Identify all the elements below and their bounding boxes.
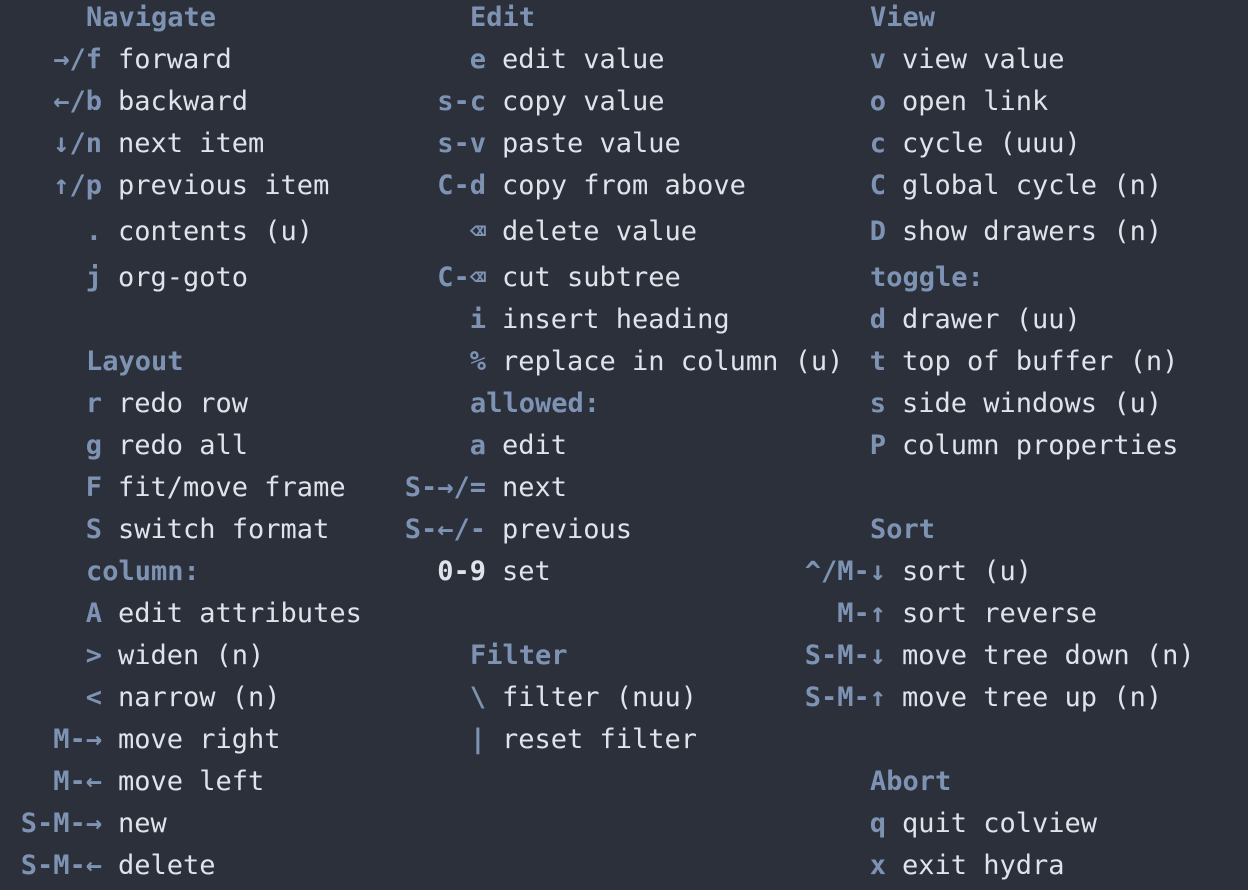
key-label: q — [869, 808, 886, 839]
key-description: column properties — [902, 430, 1179, 461]
key-row-move-tree-up[interactable]: S-M-↑ move tree up (n) — [0, 680, 1162, 722]
key-description: next — [502, 472, 568, 503]
heading-toggle: toggle: — [870, 262, 984, 293]
key-row-move-left[interactable]: M-← move left — [0, 764, 264, 806]
key-label: S-M-↑ — [804, 682, 886, 713]
key-description: drawer (uu) — [902, 304, 1081, 335]
key-label: C — [869, 170, 886, 201]
key-label: | — [469, 724, 486, 755]
key-description: move tree down (n) — [902, 640, 1195, 671]
heading-edit: Edit — [470, 2, 536, 33]
key-row-exit-hydra[interactable]: x exit hydra — [0, 848, 1065, 890]
key-description: reset filter — [502, 724, 698, 755]
key-label: o — [869, 86, 886, 117]
key-row-allowed-previous[interactable]: S-←/- previous — [0, 512, 632, 554]
key-row-show-drawers[interactable]: Dshow drawers (n) — [0, 214, 1162, 256]
key-row-toggle-drawer[interactable]: d drawer (uu) — [0, 302, 1081, 344]
key-row-view-value[interactable]: v view value — [0, 42, 1065, 84]
key-row-reset-filter[interactable]: | reset filter — [0, 722, 697, 764]
key-description: quit colview — [902, 808, 1098, 839]
key-description: view value — [902, 44, 1065, 75]
heading-sort: Sort — [870, 514, 936, 545]
heading-navigate: Navigate — [86, 2, 217, 33]
key-label: x — [869, 850, 886, 881]
key-row-cycle[interactable]: c cycle (uuu) — [0, 126, 1081, 168]
key-description: show drawers (n) — [902, 216, 1163, 247]
key-row-sort[interactable]: ^/M-↓ sort (u) — [0, 554, 1032, 596]
key-row-move-tree-down[interactable]: S-M-↓ move tree down (n) — [0, 638, 1195, 680]
key-label: ^/M-↓ — [804, 556, 886, 587]
heading-view: View — [870, 2, 936, 33]
key-label: S-←/- — [404, 514, 486, 545]
key-description: move tree up (n) — [902, 682, 1163, 713]
key-label: c — [869, 128, 886, 159]
key-label: v — [869, 44, 886, 75]
key-label: t — [869, 346, 886, 377]
key-description: top of buffer (n) — [902, 346, 1179, 377]
heading-abort: Abort — [870, 766, 952, 797]
key-label: S-M-↓ — [804, 640, 886, 671]
key-row-toggle-top-of-buffer[interactable]: t top of buffer (n) — [0, 344, 1179, 386]
key-row-cut-subtree[interactable]: C-⌫ cut subtree — [0, 260, 681, 302]
key-description: move left — [118, 766, 265, 797]
key-row-sort-reverse[interactable]: M-↑ sort reverse — [0, 596, 1097, 638]
key-label: C-⌫ — [437, 262, 486, 293]
key-description: cut subtree — [502, 262, 681, 293]
key-row-allowed-next[interactable]: S-→/= next — [0, 470, 567, 512]
key-description: previous — [502, 514, 633, 545]
key-row-toggle-column-properties[interactable]: Pcolumn properties — [0, 428, 1179, 470]
key-description: sort (u) — [902, 556, 1033, 587]
key-description: open link — [902, 86, 1049, 117]
key-row-toggle-side-windows[interactable]: s side windows (u) — [0, 386, 1162, 428]
key-description: sort reverse — [902, 598, 1098, 629]
hydra-colview-help: { "headings": { "navigate": "Navigate", … — [0, 0, 1248, 890]
key-label: P — [869, 430, 886, 461]
key-label: d — [869, 304, 886, 335]
key-label: M-← — [53, 766, 102, 797]
key-label: S-→/= — [404, 472, 486, 503]
key-description: global cycle (n) — [902, 170, 1163, 201]
key-label: D — [869, 216, 886, 247]
key-row-quit-colview[interactable]: q quit colview — [0, 806, 1097, 848]
key-description: side windows (u) — [902, 388, 1163, 419]
key-row-global-cycle[interactable]: Cglobal cycle (n) — [0, 168, 1162, 210]
key-label: M-↑ — [837, 598, 886, 629]
key-label: s — [869, 388, 886, 419]
key-row-open-link[interactable]: o open link — [0, 84, 1049, 126]
key-description: cycle (uuu) — [902, 128, 1081, 159]
key-description: exit hydra — [902, 850, 1065, 881]
